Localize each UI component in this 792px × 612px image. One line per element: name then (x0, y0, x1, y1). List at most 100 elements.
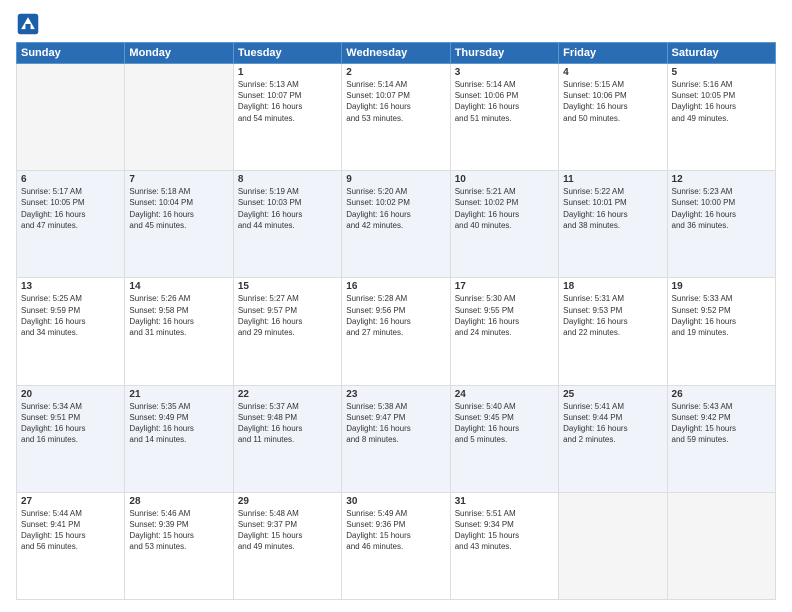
calendar-cell (667, 492, 775, 599)
calendar-cell: 24Sunrise: 5:40 AM Sunset: 9:45 PM Dayli… (450, 385, 558, 492)
calendar-week-5: 27Sunrise: 5:44 AM Sunset: 9:41 PM Dayli… (17, 492, 776, 599)
day-number: 26 (672, 389, 771, 400)
calendar-cell: 18Sunrise: 5:31 AM Sunset: 9:53 PM Dayli… (559, 278, 667, 385)
day-info: Sunrise: 5:51 AM Sunset: 9:34 PM Dayligh… (455, 508, 554, 553)
calendar-cell: 30Sunrise: 5:49 AM Sunset: 9:36 PM Dayli… (342, 492, 450, 599)
day-info: Sunrise: 5:14 AM Sunset: 10:07 PM Daylig… (346, 79, 445, 124)
calendar-cell: 17Sunrise: 5:30 AM Sunset: 9:55 PM Dayli… (450, 278, 558, 385)
calendar-cell (559, 492, 667, 599)
day-info: Sunrise: 5:19 AM Sunset: 10:03 PM Daylig… (238, 186, 337, 231)
day-number: 21 (129, 389, 228, 400)
calendar-cell (17, 64, 125, 171)
day-info: Sunrise: 5:41 AM Sunset: 9:44 PM Dayligh… (563, 401, 662, 446)
day-info: Sunrise: 5:37 AM Sunset: 9:48 PM Dayligh… (238, 401, 337, 446)
day-info: Sunrise: 5:16 AM Sunset: 10:05 PM Daylig… (672, 79, 771, 124)
day-info: Sunrise: 5:27 AM Sunset: 9:57 PM Dayligh… (238, 293, 337, 338)
calendar-week-4: 20Sunrise: 5:34 AM Sunset: 9:51 PM Dayli… (17, 385, 776, 492)
day-number: 28 (129, 496, 228, 507)
calendar-cell: 4Sunrise: 5:15 AM Sunset: 10:06 PM Dayli… (559, 64, 667, 171)
day-info: Sunrise: 5:40 AM Sunset: 9:45 PM Dayligh… (455, 401, 554, 446)
calendar-cell: 31Sunrise: 5:51 AM Sunset: 9:34 PM Dayli… (450, 492, 558, 599)
day-info: Sunrise: 5:43 AM Sunset: 9:42 PM Dayligh… (672, 401, 771, 446)
calendar-cell: 23Sunrise: 5:38 AM Sunset: 9:47 PM Dayli… (342, 385, 450, 492)
calendar-cell: 25Sunrise: 5:41 AM Sunset: 9:44 PM Dayli… (559, 385, 667, 492)
day-info: Sunrise: 5:44 AM Sunset: 9:41 PM Dayligh… (21, 508, 120, 553)
calendar-cell: 5Sunrise: 5:16 AM Sunset: 10:05 PM Dayli… (667, 64, 775, 171)
day-number: 31 (455, 496, 554, 507)
day-number: 2 (346, 67, 445, 78)
calendar-cell: 16Sunrise: 5:28 AM Sunset: 9:56 PM Dayli… (342, 278, 450, 385)
page: Sunday Monday Tuesday Wednesday Thursday… (0, 0, 792, 612)
calendar-cell: 28Sunrise: 5:46 AM Sunset: 9:39 PM Dayli… (125, 492, 233, 599)
calendar-cell: 21Sunrise: 5:35 AM Sunset: 9:49 PM Dayli… (125, 385, 233, 492)
day-info: Sunrise: 5:28 AM Sunset: 9:56 PM Dayligh… (346, 293, 445, 338)
day-info: Sunrise: 5:30 AM Sunset: 9:55 PM Dayligh… (455, 293, 554, 338)
day-number: 15 (238, 281, 337, 292)
day-info: Sunrise: 5:21 AM Sunset: 10:02 PM Daylig… (455, 186, 554, 231)
day-info: Sunrise: 5:22 AM Sunset: 10:01 PM Daylig… (563, 186, 662, 231)
day-number: 17 (455, 281, 554, 292)
day-info: Sunrise: 5:46 AM Sunset: 9:39 PM Dayligh… (129, 508, 228, 553)
day-number: 12 (672, 174, 771, 185)
calendar-cell: 6Sunrise: 5:17 AM Sunset: 10:05 PM Dayli… (17, 171, 125, 278)
logo-icon (16, 12, 40, 36)
calendar-cell: 19Sunrise: 5:33 AM Sunset: 9:52 PM Dayli… (667, 278, 775, 385)
col-wednesday: Wednesday (342, 43, 450, 64)
day-info: Sunrise: 5:38 AM Sunset: 9:47 PM Dayligh… (346, 401, 445, 446)
header (16, 12, 776, 36)
col-monday: Monday (125, 43, 233, 64)
day-info: Sunrise: 5:35 AM Sunset: 9:49 PM Dayligh… (129, 401, 228, 446)
day-number: 30 (346, 496, 445, 507)
day-number: 20 (21, 389, 120, 400)
day-info: Sunrise: 5:49 AM Sunset: 9:36 PM Dayligh… (346, 508, 445, 553)
calendar-cell: 22Sunrise: 5:37 AM Sunset: 9:48 PM Dayli… (233, 385, 341, 492)
col-sunday: Sunday (17, 43, 125, 64)
day-number: 5 (672, 67, 771, 78)
day-number: 16 (346, 281, 445, 292)
day-number: 8 (238, 174, 337, 185)
calendar-cell: 7Sunrise: 5:18 AM Sunset: 10:04 PM Dayli… (125, 171, 233, 278)
day-number: 10 (455, 174, 554, 185)
day-number: 18 (563, 281, 662, 292)
col-thursday: Thursday (450, 43, 558, 64)
day-info: Sunrise: 5:18 AM Sunset: 10:04 PM Daylig… (129, 186, 228, 231)
day-info: Sunrise: 5:34 AM Sunset: 9:51 PM Dayligh… (21, 401, 120, 446)
calendar-cell: 3Sunrise: 5:14 AM Sunset: 10:06 PM Dayli… (450, 64, 558, 171)
day-number: 27 (21, 496, 120, 507)
day-info: Sunrise: 5:15 AM Sunset: 10:06 PM Daylig… (563, 79, 662, 124)
day-info: Sunrise: 5:25 AM Sunset: 9:59 PM Dayligh… (21, 293, 120, 338)
col-friday: Friday (559, 43, 667, 64)
day-number: 11 (563, 174, 662, 185)
calendar-cell: 9Sunrise: 5:20 AM Sunset: 10:02 PM Dayli… (342, 171, 450, 278)
day-info: Sunrise: 5:20 AM Sunset: 10:02 PM Daylig… (346, 186, 445, 231)
calendar-header-row: Sunday Monday Tuesday Wednesday Thursday… (17, 43, 776, 64)
col-saturday: Saturday (667, 43, 775, 64)
calendar-cell: 2Sunrise: 5:14 AM Sunset: 10:07 PM Dayli… (342, 64, 450, 171)
day-number: 19 (672, 281, 771, 292)
day-info: Sunrise: 5:17 AM Sunset: 10:05 PM Daylig… (21, 186, 120, 231)
day-info: Sunrise: 5:31 AM Sunset: 9:53 PM Dayligh… (563, 293, 662, 338)
day-number: 7 (129, 174, 228, 185)
calendar-cell: 15Sunrise: 5:27 AM Sunset: 9:57 PM Dayli… (233, 278, 341, 385)
calendar-cell: 13Sunrise: 5:25 AM Sunset: 9:59 PM Dayli… (17, 278, 125, 385)
calendar-cell: 1Sunrise: 5:13 AM Sunset: 10:07 PM Dayli… (233, 64, 341, 171)
day-info: Sunrise: 5:14 AM Sunset: 10:06 PM Daylig… (455, 79, 554, 124)
day-number: 9 (346, 174, 445, 185)
day-info: Sunrise: 5:33 AM Sunset: 9:52 PM Dayligh… (672, 293, 771, 338)
day-info: Sunrise: 5:13 AM Sunset: 10:07 PM Daylig… (238, 79, 337, 124)
calendar-cell (125, 64, 233, 171)
day-number: 29 (238, 496, 337, 507)
day-number: 24 (455, 389, 554, 400)
day-number: 25 (563, 389, 662, 400)
day-info: Sunrise: 5:26 AM Sunset: 9:58 PM Dayligh… (129, 293, 228, 338)
day-number: 23 (346, 389, 445, 400)
calendar-table: Sunday Monday Tuesday Wednesday Thursday… (16, 42, 776, 600)
calendar-cell: 8Sunrise: 5:19 AM Sunset: 10:03 PM Dayli… (233, 171, 341, 278)
day-number: 4 (563, 67, 662, 78)
calendar-week-3: 13Sunrise: 5:25 AM Sunset: 9:59 PM Dayli… (17, 278, 776, 385)
calendar-cell: 11Sunrise: 5:22 AM Sunset: 10:01 PM Dayl… (559, 171, 667, 278)
day-number: 22 (238, 389, 337, 400)
day-number: 6 (21, 174, 120, 185)
calendar-cell: 20Sunrise: 5:34 AM Sunset: 9:51 PM Dayli… (17, 385, 125, 492)
calendar-cell: 26Sunrise: 5:43 AM Sunset: 9:42 PM Dayli… (667, 385, 775, 492)
